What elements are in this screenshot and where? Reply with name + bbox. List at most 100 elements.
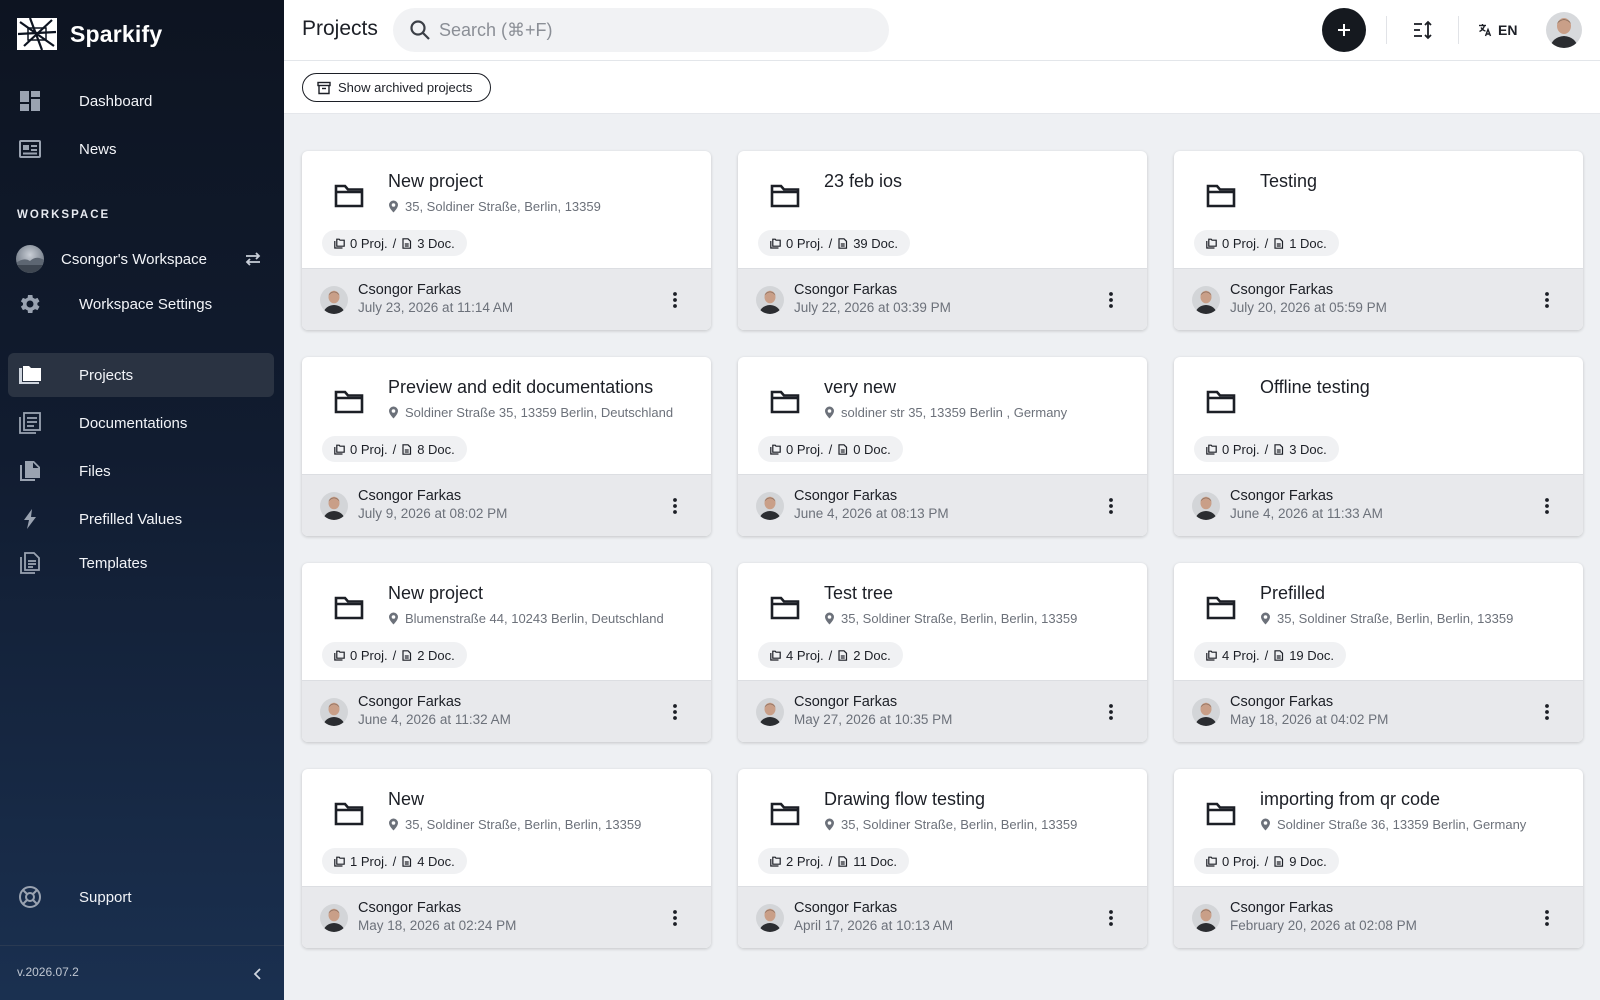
page-title: Projects bbox=[302, 17, 378, 40]
project-card-body[interactable]: New project 35, Soldiner Straße, Berlin,… bbox=[302, 151, 711, 268]
project-address-text: 35, Soldiner Straße, Berlin, Berlin, 133… bbox=[405, 817, 642, 832]
project-card[interactable]: Testing 0 Proj. / 1 Doc. Csongor Farkas … bbox=[1174, 151, 1583, 330]
sidebar-item-templates[interactable]: Templates bbox=[8, 541, 274, 585]
document-count: 2 Doc. bbox=[853, 647, 891, 663]
template-icon bbox=[20, 552, 40, 574]
owner-avatar bbox=[320, 698, 348, 726]
document-count: 0 Doc. bbox=[853, 441, 891, 457]
sidebar-item-news[interactable]: News bbox=[8, 127, 274, 171]
project-card-body[interactable]: Test tree 35, Soldiner Straße, Berlin, B… bbox=[738, 563, 1147, 680]
sidebar-item-prefilled-values[interactable]: Prefilled Values bbox=[8, 497, 274, 541]
more-vertical-icon[interactable] bbox=[1537, 496, 1557, 516]
sidebar-item-projects[interactable]: Projects bbox=[8, 353, 274, 397]
more-vertical-icon[interactable] bbox=[1101, 496, 1121, 516]
project-card-body[interactable]: New 35, Soldiner Straße, Berlin, Berlin,… bbox=[302, 769, 711, 886]
project-address: 35, Soldiner Straße, Berlin, Berlin, 133… bbox=[1260, 609, 1563, 628]
project-card-body[interactable]: Testing 0 Proj. / 1 Doc. bbox=[1174, 151, 1583, 268]
projects-toolbar: Show archived projects bbox=[284, 61, 1600, 114]
more-vertical-icon[interactable] bbox=[665, 702, 685, 722]
project-count: 1 Proj. bbox=[350, 853, 388, 869]
subprojects-icon bbox=[334, 856, 345, 867]
project-card-body[interactable]: Prefilled 35, Soldiner Straße, Berlin, B… bbox=[1174, 563, 1583, 680]
more-vertical-icon[interactable] bbox=[665, 908, 685, 928]
more-vertical-icon[interactable] bbox=[1101, 908, 1121, 928]
project-card[interactable]: Offline testing 0 Proj. / 3 Doc. Csongor… bbox=[1174, 357, 1583, 536]
location-pin-icon bbox=[389, 818, 398, 831]
project-card-body[interactable]: Preview and edit documentations Soldiner… bbox=[302, 357, 711, 474]
more-vertical-icon[interactable] bbox=[1537, 908, 1557, 928]
project-card-body[interactable]: New project Blumenstraße 44, 10243 Berli… bbox=[302, 563, 711, 680]
workspace-switcher[interactable]: Csongor's Workspace bbox=[8, 237, 274, 281]
owner-avatar bbox=[320, 492, 348, 520]
owner-avatar bbox=[1192, 492, 1220, 520]
language-selector[interactable]: EN bbox=[1478, 18, 1517, 42]
more-vertical-icon[interactable] bbox=[665, 496, 685, 516]
project-card-footer: Csongor Farkas May 27, 2026 at 10:35 PM bbox=[738, 680, 1147, 742]
document-icon bbox=[838, 649, 848, 661]
sidebar-item-files[interactable]: Files bbox=[8, 449, 274, 493]
document-icon bbox=[402, 855, 412, 867]
user-avatar[interactable] bbox=[1546, 12, 1582, 48]
sidebar-item-workspace-settings[interactable]: Workspace Settings bbox=[8, 282, 274, 326]
top-header: Projects EN bbox=[284, 0, 1600, 61]
brand[interactable]: Sparkify bbox=[16, 14, 162, 54]
sidebar-item-dashboard[interactable]: Dashboard bbox=[8, 79, 274, 123]
translate-icon bbox=[1479, 24, 1492, 37]
project-card-body[interactable]: importing from qr code Soldiner Straße 3… bbox=[1174, 769, 1583, 886]
project-card-footer: Csongor Farkas June 4, 2026 at 11:33 AM bbox=[1174, 474, 1583, 536]
show-archived-projects-button[interactable]: Show archived projects bbox=[302, 73, 492, 102]
more-vertical-icon[interactable] bbox=[1101, 702, 1121, 722]
folder-icon bbox=[334, 802, 364, 826]
sidebar-item-label: Prefilled Values bbox=[79, 510, 183, 528]
project-card[interactable]: Drawing flow testing 35, Soldiner Straße… bbox=[738, 769, 1147, 948]
project-owner: Csongor Farkas bbox=[358, 900, 462, 916]
project-owner: Csongor Farkas bbox=[358, 488, 462, 504]
project-title: New project bbox=[388, 171, 484, 191]
project-grid: New project 35, Soldiner Straße, Berlin,… bbox=[302, 151, 1584, 975]
project-date: May 27, 2026 at 10:35 PM bbox=[794, 712, 953, 727]
language-label: EN bbox=[1498, 22, 1518, 38]
project-counts-badge: 0 Proj. / 9 Doc. bbox=[1194, 848, 1339, 874]
project-address: 35, Soldiner Straße, Berlin, Berlin, 133… bbox=[824, 609, 1127, 628]
project-card[interactable]: New project 35, Soldiner Straße, Berlin,… bbox=[302, 151, 711, 330]
project-card[interactable]: New project Blumenstraße 44, 10243 Berli… bbox=[302, 563, 711, 742]
chevron-left-icon[interactable] bbox=[250, 966, 266, 982]
project-card-body[interactable]: Drawing flow testing 35, Soldiner Straße… bbox=[738, 769, 1147, 886]
sidebar-item-label: Templates bbox=[79, 554, 148, 572]
project-card[interactable]: Test tree 35, Soldiner Straße, Berlin, B… bbox=[738, 563, 1147, 742]
add-project-button[interactable] bbox=[1322, 8, 1366, 52]
header-divider bbox=[1386, 16, 1387, 44]
project-card[interactable]: very new soldiner str 35, 13359 Berlin ,… bbox=[738, 357, 1147, 536]
workspace-name: Csongor's Workspace bbox=[61, 250, 207, 268]
sidebar-item-documentations[interactable]: Documentations bbox=[8, 401, 274, 445]
project-card[interactable]: New 35, Soldiner Straße, Berlin, Berlin,… bbox=[302, 769, 711, 948]
project-card[interactable]: importing from qr code Soldiner Straße 3… bbox=[1174, 769, 1583, 948]
project-card-body[interactable]: 23 feb ios 0 Proj. / 39 Doc. bbox=[738, 151, 1147, 268]
project-card[interactable]: Prefilled 35, Soldiner Straße, Berlin, B… bbox=[1174, 563, 1583, 742]
project-card-body[interactable]: Offline testing 0 Proj. / 3 Doc. bbox=[1174, 357, 1583, 474]
project-title: Preview and edit documentations bbox=[388, 377, 654, 397]
project-title: New project bbox=[388, 583, 484, 603]
document-count: 4 Doc. bbox=[417, 853, 455, 869]
document-count: 39 Doc. bbox=[853, 235, 899, 251]
project-card-body[interactable]: very new soldiner str 35, 13359 Berlin ,… bbox=[738, 357, 1147, 474]
swap-workspace-icon[interactable] bbox=[242, 248, 264, 270]
sidebar-item-support[interactable]: Support bbox=[8, 875, 274, 919]
more-vertical-icon[interactable] bbox=[665, 290, 685, 310]
bolt-icon bbox=[24, 509, 36, 529]
project-card[interactable]: 23 feb ios 0 Proj. / 39 Doc. Csongor Far… bbox=[738, 151, 1147, 330]
search-bar[interactable] bbox=[393, 8, 889, 52]
folder-icon bbox=[770, 184, 800, 208]
project-card-footer: Csongor Farkas April 17, 2026 at 10:13 A… bbox=[738, 886, 1147, 948]
sort-icon[interactable] bbox=[1410, 17, 1436, 43]
more-vertical-icon[interactable] bbox=[1101, 290, 1121, 310]
more-vertical-icon[interactable] bbox=[1537, 290, 1557, 310]
owner-avatar bbox=[756, 286, 784, 314]
folder-icon bbox=[1206, 596, 1236, 620]
search-input[interactable] bbox=[439, 8, 869, 52]
subprojects-icon bbox=[334, 650, 345, 661]
more-vertical-icon[interactable] bbox=[1537, 702, 1557, 722]
project-card[interactable]: Preview and edit documentations Soldiner… bbox=[302, 357, 711, 536]
owner-avatar bbox=[1192, 698, 1220, 726]
project-counts-badge: 4 Proj. / 19 Doc. bbox=[1194, 642, 1347, 668]
